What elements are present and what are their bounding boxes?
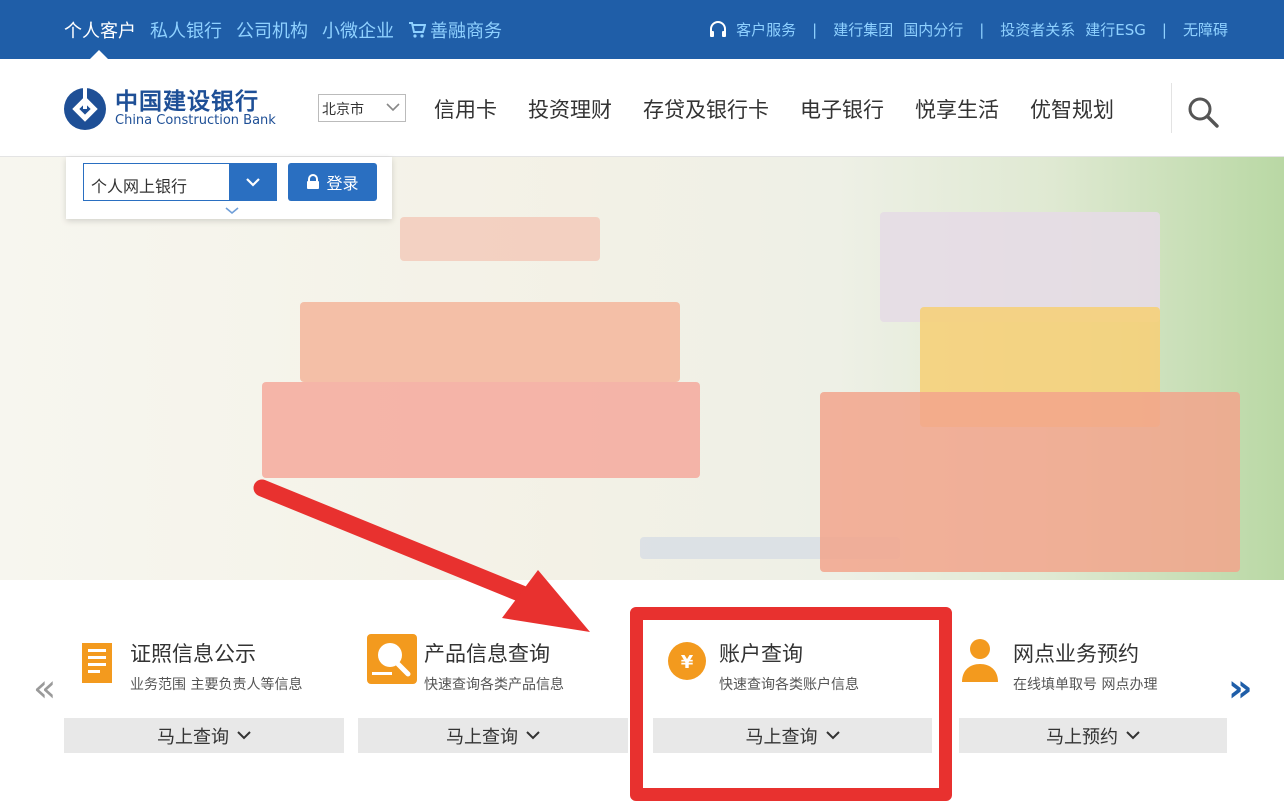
accessibility-link[interactable]: 无障碍 [1183, 19, 1228, 40]
service-query-button[interactable]: 马上查询 [358, 718, 628, 753]
service-button-label: 马上查询 [446, 726, 518, 748]
divider: | [979, 20, 985, 39]
nav-small-business[interactable]: 小微企业 [322, 17, 394, 43]
cart-icon [409, 21, 426, 38]
document-icon [82, 643, 112, 683]
login-button-label: 登录 [326, 174, 359, 193]
hero-banner[interactable] [0, 157, 1284, 580]
logo-chinese-name: 中国建设银行 [115, 89, 259, 115]
main-header: 中国建设银行 China Construction Bank 北京市 信用卡 投… [0, 59, 1284, 157]
divider: | [812, 20, 818, 39]
service-desc: 在线填单取号 网点办理 [1013, 677, 1158, 693]
service-title: 证照信息公示 [130, 642, 256, 666]
banner-image-blur [880, 212, 1160, 322]
service-button-label: 马上查询 [157, 726, 229, 748]
search-icon[interactable] [1186, 95, 1220, 129]
customer-service-label: 客户服务 [736, 21, 797, 39]
service-query-button[interactable]: 马上查询 [64, 718, 344, 753]
ccb-logo[interactable]: 中国建设银行 China Construction Bank [63, 87, 276, 131]
city-select-value: 北京市 [322, 102, 364, 118]
annotation-highlight-box [630, 607, 952, 801]
login-type-dropdown[interactable] [229, 164, 276, 200]
nav-divider [1171, 83, 1172, 133]
chevron-down-icon [237, 731, 251, 740]
domestic-branches-link[interactable]: 国内分行 [903, 19, 963, 40]
nav-ecommerce[interactable]: 善融商务 [408, 17, 502, 43]
banner-text-blur [262, 382, 700, 478]
nav-ecommerce-label: 善融商务 [430, 20, 502, 42]
person-icon [962, 639, 998, 682]
login-type-select[interactable]: 个人网上银行 [83, 163, 277, 201]
service-title: 产品信息查询 [424, 642, 550, 666]
divider: | [1161, 20, 1167, 39]
nav-e-banking[interactable]: 电子银行 [800, 94, 884, 124]
service-appointment-button[interactable]: 马上预约 [959, 718, 1227, 753]
customer-type-nav: 个人客户 私人银行 公司机构 小微企业 善融商务 [64, 0, 502, 59]
magnifier-icon [367, 634, 417, 684]
nav-corporate[interactable]: 公司机构 [236, 17, 308, 43]
chevron-down-icon [386, 103, 400, 112]
banner-text-blur [300, 302, 680, 382]
chevron-down-icon [1126, 731, 1140, 740]
carousel-next-icon[interactable]: » [1228, 666, 1253, 710]
expand-chevron-icon[interactable] [225, 207, 239, 215]
nav-lifestyle[interactable]: 悦享生活 [915, 94, 999, 124]
nav-investment[interactable]: 投资理财 [528, 94, 612, 124]
login-panel: 个人网上银行 登录 [66, 157, 392, 219]
investor-relations-link[interactable]: 投资者关系 [1000, 19, 1075, 40]
utility-links: 客户服务 | 建行集团 国内分行 | 投资者关系 建行ESG | 无障碍 [708, 0, 1228, 59]
chevron-down-icon [526, 731, 540, 740]
nav-deposit-loan-cards[interactable]: 存贷及银行卡 [643, 94, 769, 124]
nav-personal-customers[interactable]: 个人客户 [64, 17, 136, 43]
chevron-down-icon [245, 178, 260, 187]
service-desc: 快速查询各类产品信息 [424, 677, 564, 693]
ccb-logo-icon [64, 87, 106, 130]
service-button-label: 马上预约 [1046, 726, 1118, 748]
lock-icon [307, 174, 320, 189]
nav-private-banking[interactable]: 私人银行 [150, 17, 222, 43]
city-select[interactable]: 北京市 [318, 94, 406, 122]
ccb-group-link[interactable]: 建行集团 [833, 19, 893, 40]
logo-english-name: China Construction Bank [115, 113, 276, 128]
service-title: 网点业务预约 [1013, 642, 1139, 666]
nav-planning[interactable]: 优智规划 [1030, 94, 1114, 124]
banner-text-blur [400, 217, 600, 261]
customer-service-link[interactable]: 客户服务 [708, 19, 796, 40]
main-nav: 信用卡 投资理财 存贷及银行卡 电子银行 悦享生活 优智规划 [434, 94, 1114, 124]
headset-icon [710, 20, 727, 37]
login-type-value: 个人网上银行 [91, 177, 188, 196]
banner-image-blur [820, 392, 1240, 572]
login-button[interactable]: 登录 [288, 163, 377, 201]
carousel-prev-icon[interactable]: « [33, 666, 56, 710]
service-desc: 业务范围 主要负责人等信息 [130, 677, 303, 693]
nav-credit-card[interactable]: 信用卡 [434, 94, 497, 124]
top-bar: 个人客户 私人银行 公司机构 小微企业 善融商务 客户服务 | 建行集团 国内分… [0, 0, 1284, 59]
active-tab-caret [90, 50, 108, 59]
esg-link[interactable]: 建行ESG [1085, 19, 1146, 40]
